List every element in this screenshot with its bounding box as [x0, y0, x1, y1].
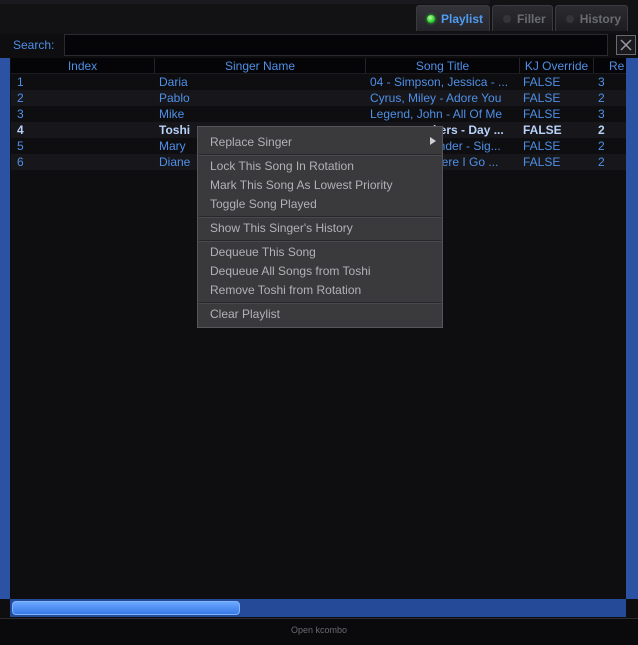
close-icon — [620, 39, 632, 51]
menu-separator — [199, 302, 441, 304]
menu-item-clear-playlist[interactable]: Clear Playlist — [210, 307, 280, 321]
tab-label: Filler — [517, 11, 546, 26]
cell-index: 6 — [17, 155, 24, 169]
menu-item-show-history[interactable]: Show This Singer's History — [210, 221, 353, 235]
cell-singer: Toshi — [159, 123, 191, 137]
vertical-scrollbar[interactable] — [626, 58, 638, 599]
menu-item-dequeue-song[interactable]: Dequeue This Song — [210, 245, 316, 259]
cell-kj: FALSE — [523, 139, 561, 153]
menu-item-mark-lowest[interactable]: Mark This Song As Lowest Priority — [210, 178, 393, 192]
tab-label: Playlist — [441, 11, 484, 26]
menu-separator — [199, 154, 441, 156]
cell-kj: FALSE — [523, 91, 561, 105]
col-header-index[interactable]: Index — [11, 59, 154, 73]
cell-kj: FALSE — [523, 123, 562, 137]
cell-re: 3 — [598, 107, 605, 121]
col-header-singer[interactable]: Singer Name — [155, 59, 365, 73]
cell-song: Cyrus, Miley - Adore You — [370, 91, 502, 105]
submenu-arrow-icon — [430, 137, 436, 145]
cell-song: kers - Day ... — [433, 123, 504, 137]
cell-index: 3 — [17, 107, 24, 121]
menu-item-remove-rotation[interactable]: Remove Toshi from Rotation — [210, 283, 361, 297]
tab-history[interactable]: History — [554, 5, 629, 31]
cell-kj: FALSE — [523, 75, 561, 89]
search-input[interactable] — [64, 34, 608, 56]
cell-song: 04 - Simpson, Jessica - ... — [370, 75, 509, 89]
table-header: Index Singer Name Song Title KJ Override… — [11, 58, 626, 74]
horizontal-scroll-thumb[interactable] — [12, 601, 240, 615]
tab-label: History — [579, 11, 622, 26]
cell-re: 2 — [598, 123, 605, 137]
menu-item-replace-singer[interactable]: Replace Singer — [210, 135, 432, 149]
left-scroll-edge — [0, 58, 10, 599]
cell-re: 2 — [598, 91, 605, 105]
cell-song: Legend, John - All Of Me — [370, 107, 503, 121]
cell-singer: Mary — [159, 139, 186, 153]
status-text: Open kcombo — [290, 625, 348, 635]
cell-re: 2 — [598, 155, 605, 169]
cell-re: 2 — [598, 139, 605, 153]
top-strip — [0, 0, 490, 4]
cell-index: 1 — [17, 75, 24, 89]
cell-singer: Daria — [159, 75, 188, 89]
tab-bar: Playlist Filler History — [416, 5, 630, 32]
table-row[interactable]: 2 Pablo Cyrus, Miley - Adore You FALSE 2 — [11, 90, 626, 106]
col-header-kj-override[interactable]: KJ Override — [520, 59, 593, 73]
table-row[interactable]: 1 Daria 04 - Simpson, Jessica - ... FALS… — [11, 74, 626, 90]
cell-kj: FALSE — [523, 107, 561, 121]
search-label: Search: — [13, 38, 55, 52]
cell-singer: Diane — [159, 155, 191, 169]
menu-item-label: Replace Singer — [210, 135, 293, 149]
menu-separator — [199, 216, 441, 218]
menu-separator — [199, 240, 441, 242]
cell-index: 5 — [17, 139, 24, 153]
status-led-icon — [427, 14, 435, 23]
tab-filler[interactable]: Filler — [492, 5, 553, 31]
menu-item-lock-song[interactable]: Lock This Song In Rotation — [210, 159, 354, 173]
cell-re: 3 — [598, 75, 605, 89]
clear-search-button[interactable] — [616, 35, 636, 55]
cell-singer: Pablo — [159, 91, 190, 105]
horizontal-scrollbar[interactable] — [10, 599, 626, 617]
col-header-re[interactable]: Re — [594, 59, 626, 73]
status-led-icon — [503, 14, 512, 23]
table-row[interactable]: 3 Mike Legend, John - All Of Me FALSE 3 — [11, 106, 626, 122]
col-header-song[interactable]: Song Title — [366, 59, 519, 73]
cell-kj: FALSE — [523, 155, 561, 169]
tab-playlist[interactable]: Playlist — [416, 5, 491, 31]
context-menu: Replace Singer Lock This Song In Rotatio… — [197, 126, 443, 328]
menu-item-dequeue-all[interactable]: Dequeue All Songs from Toshi — [210, 264, 371, 278]
cell-index: 2 — [17, 91, 24, 105]
menu-item-toggle-played[interactable]: Toggle Song Played — [210, 197, 317, 211]
status-led-icon — [565, 14, 574, 23]
cell-index: 4 — [17, 123, 24, 137]
status-bar: Open kcombo — [0, 618, 638, 645]
cell-singer: Mike — [159, 107, 185, 121]
